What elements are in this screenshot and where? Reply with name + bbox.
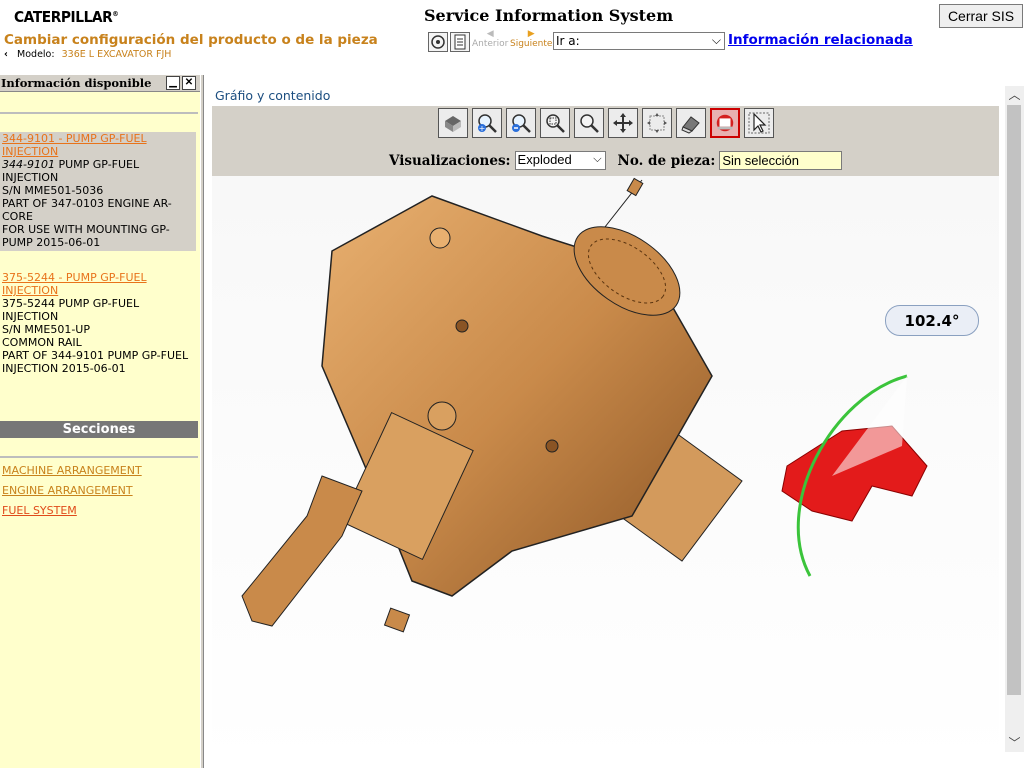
part-number-field[interactable]: Sin selección xyxy=(719,151,843,170)
document-link[interactable]: 375-5244 - PUMP GP-FUEL INJECTION xyxy=(2,271,196,297)
vertical-scrollbar[interactable]: ︿ ﹀ xyxy=(1005,86,1024,752)
zoom-in-icon[interactable]: + xyxy=(472,108,502,138)
left-arrow-icon: ◀ xyxy=(486,29,494,39)
part-number-label: No. de pieza: xyxy=(617,152,716,169)
chevron-down-icon: ⌵ xyxy=(593,153,602,165)
panel-title: Información disponible xyxy=(1,76,152,90)
lever-arm[interactable] xyxy=(241,475,363,627)
svg-text:+: + xyxy=(479,124,486,133)
divider xyxy=(0,456,198,458)
fit-all-icon[interactable] xyxy=(642,108,672,138)
previous-button[interactable]: ◀ Anterior xyxy=(472,29,508,50)
caterpillar-logo: CATERPILLAR® xyxy=(14,8,119,26)
right-arrow-icon: ▶ xyxy=(527,29,535,39)
views-label: Visualizaciones: xyxy=(389,152,511,169)
main-content: Gráfio y contenido + Visualizaciones: Ex… xyxy=(204,75,1024,768)
next-button[interactable]: ▶ Siguiente xyxy=(510,29,552,50)
model-line: ‹ Modelo: 336E L EXCAVATOR FJH xyxy=(4,49,171,60)
sections-header: Secciones xyxy=(0,421,198,438)
graphics-toolbar: + Visualizaciones: Exploded ⌵ No. de pie… xyxy=(212,106,999,176)
goto-select[interactable]: Ir a: ⌵ xyxy=(553,32,725,50)
pan-icon[interactable] xyxy=(608,108,638,138)
document-link[interactable]: 344-9101 - PUMP GP-FUEL INJECTION xyxy=(2,132,196,158)
system-title: Service Information System xyxy=(424,6,674,25)
model-label: Modelo: xyxy=(17,49,55,60)
related-information-link[interactable]: Información relacionada xyxy=(728,32,913,48)
minimize-icon[interactable]: ▁ xyxy=(166,76,180,90)
scroll-up-icon[interactable]: ︿ xyxy=(1005,86,1024,103)
zoom-out-icon[interactable] xyxy=(506,108,536,138)
section-fuel-system[interactable]: FUEL SYSTEM xyxy=(2,504,77,517)
panel-header: Información disponible ▁ ✕ xyxy=(0,75,200,92)
nav-icon-group xyxy=(428,32,470,52)
scroll-down-icon[interactable]: ﹀ xyxy=(1005,734,1024,751)
document-icon[interactable] xyxy=(450,32,470,52)
rotation-angle-badge: 102.4° xyxy=(885,305,979,336)
small-part[interactable] xyxy=(383,607,411,633)
view-select[interactable]: Exploded ⌵ xyxy=(514,151,606,170)
red-part[interactable] xyxy=(781,425,928,522)
pointer-icon[interactable] xyxy=(744,108,774,138)
select-icon[interactable] xyxy=(438,108,468,138)
view-controls: Visualizaciones: Exploded ⌵ No. de pieza:… xyxy=(389,151,843,170)
zoom-area-icon[interactable] xyxy=(540,108,570,138)
section-machine-arrangement[interactable]: MACHINE ARRANGEMENT xyxy=(2,464,142,477)
model-value[interactable]: 336E L EXCAVATOR FJH xyxy=(62,49,172,60)
section-engine-arrangement[interactable]: ENGINE ARRANGEMENT xyxy=(2,484,133,497)
3d-viewport[interactable]: 102.4° xyxy=(212,176,999,768)
rotate-icon[interactable] xyxy=(710,108,740,138)
chevron-left-icon[interactable]: ‹ xyxy=(4,49,14,60)
page-title: Gráfio y contenido xyxy=(215,88,331,103)
zoom-fit-icon[interactable] xyxy=(574,108,604,138)
list-item[interactable]: 344-9101 - PUMP GP-FUEL INJECTION 344-91… xyxy=(0,132,196,251)
change-configuration-link[interactable]: Cambiar configuración del producto o de … xyxy=(4,32,378,48)
small-part[interactable] xyxy=(626,177,644,197)
divider xyxy=(0,112,198,114)
pump-model-graphic[interactable] xyxy=(212,176,999,768)
scroll-thumb[interactable] xyxy=(1007,105,1021,695)
list-item[interactable]: 375-5244 - PUMP GP-FUEL INJECTION 375-52… xyxy=(0,271,196,375)
chevron-down-icon: ⌵ xyxy=(711,33,721,47)
available-info-panel: Información disponible ▁ ✕ 344-9101 - PU… xyxy=(0,75,200,768)
part-number: 344-9101 xyxy=(2,158,55,171)
bookmark-icon[interactable] xyxy=(428,32,448,52)
eraser-icon[interactable] xyxy=(676,108,706,138)
close-icon[interactable]: ✕ xyxy=(182,76,196,90)
close-sis-button[interactable]: Cerrar SIS xyxy=(939,4,1023,28)
